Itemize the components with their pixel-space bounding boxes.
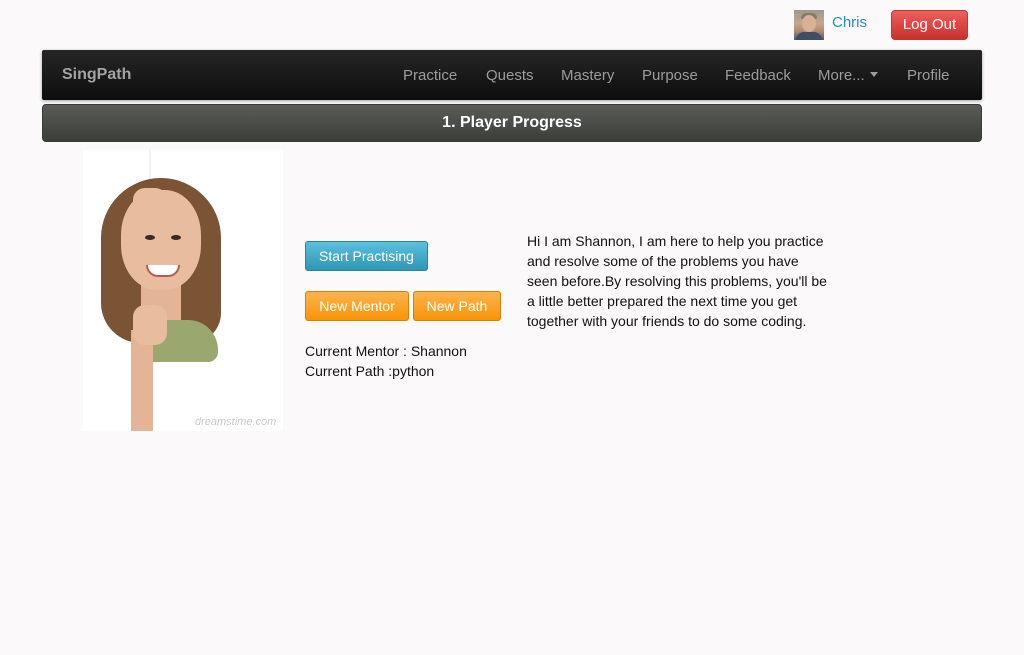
photo-arm [131, 330, 153, 431]
start-practising-button[interactable]: Start Practising [305, 241, 428, 271]
photo-hand-bottom [133, 305, 167, 345]
nav-purpose[interactable]: Purpose [642, 67, 698, 84]
avatar-shirt [796, 32, 822, 40]
username-link[interactable]: Chris [832, 14, 867, 31]
mentor-intro-text: Hi I am Shannon, I am here to help you p… [527, 233, 827, 329]
nav-more-label: More... [818, 67, 865, 84]
user-bar: Chris Log Out [0, 10, 1024, 42]
main-navbar: SingPath Practice Quests Mastery Purpose… [42, 50, 982, 100]
nav-quests[interactable]: Quests [486, 67, 534, 84]
new-mentor-button[interactable]: New Mentor [305, 291, 409, 321]
photo-hand-top [133, 188, 167, 224]
nav-more-dropdown[interactable]: More... [818, 67, 878, 84]
avatar-face [802, 15, 816, 32]
section-header: 1. Player Progress [42, 104, 982, 142]
photo-eye-left [145, 235, 155, 240]
nav-practice[interactable]: Practice [403, 67, 457, 84]
photo-watermark: dreamstime.com [195, 416, 277, 428]
nav-feedback[interactable]: Feedback [725, 67, 791, 84]
caret-down-icon [869, 71, 878, 77]
current-mentor-text: Current Mentor : Shannon [305, 343, 467, 359]
current-path-text: Current Path :python [305, 363, 435, 379]
photo-eye-right [171, 235, 181, 240]
logout-button[interactable]: Log Out [891, 10, 968, 40]
new-path-button[interactable]: New Path [413, 291, 501, 321]
nav-profile[interactable]: Profile [907, 67, 950, 84]
user-avatar[interactable] [794, 10, 824, 40]
mentor-photo: dreamstime.com [83, 150, 283, 431]
brand-logo[interactable]: SingPath [62, 66, 131, 84]
nav-mastery[interactable]: Mastery [561, 67, 614, 84]
